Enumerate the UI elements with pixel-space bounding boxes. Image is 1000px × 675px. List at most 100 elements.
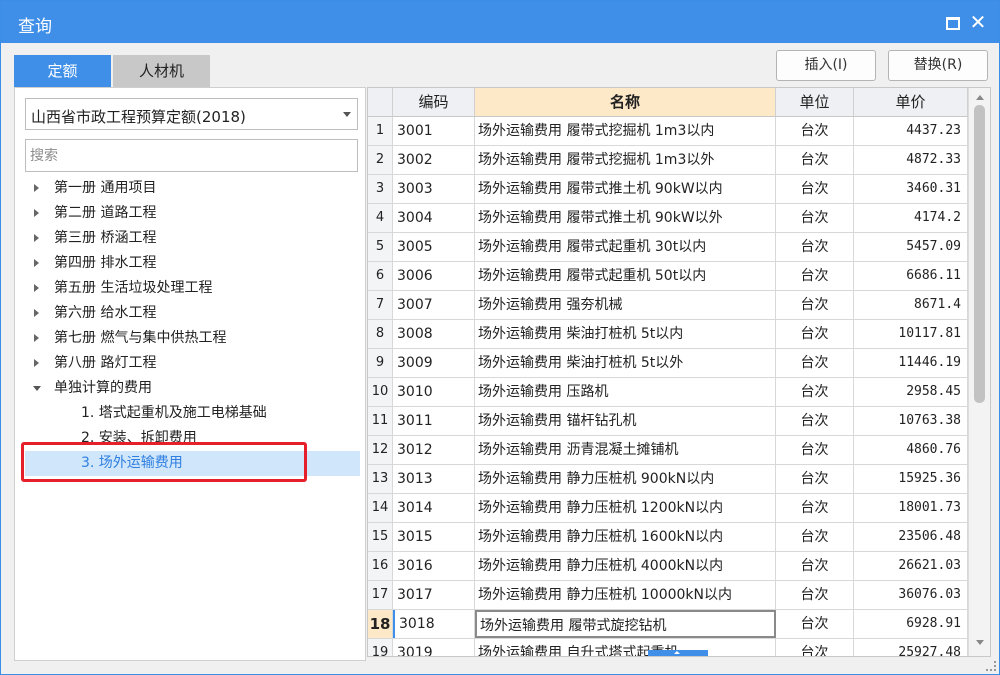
table-row[interactable]: 1 3001 场外运输费用 履带式挖掘机 1m3以内 台次 4437.23 — [368, 117, 968, 146]
tree-node[interactable]: 第七册 燃气与集中供热工程 — [25, 326, 360, 351]
table-row[interactable]: 2 3002 场外运输费用 履带式挖掘机 1m3以外 台次 4872.33 — [368, 146, 968, 175]
cell-price[interactable]: 18001.73 — [854, 494, 968, 522]
table-row[interactable]: 18 3018 场外运输费用 履带式旋挖钻机 台次 6928.91 — [368, 610, 968, 639]
scroll-up-icon[interactable] — [976, 95, 984, 100]
tree-node[interactable]: 第八册 路灯工程 — [25, 351, 360, 376]
cell-code[interactable]: 3017 — [393, 581, 475, 609]
tree-node[interactable]: 1. 塔式起重机及施工电梯基础 — [25, 401, 360, 426]
collapsed-arrow-icon[interactable] — [34, 309, 39, 317]
cell-price[interactable]: 36076.03 — [854, 581, 968, 609]
tree-node[interactable]: 第五册 生活垃圾处理工程 — [25, 276, 360, 301]
cell-name[interactable]: 场外运输费用 强夯机械 — [475, 291, 776, 319]
cell-unit[interactable]: 台次 — [776, 552, 854, 580]
column-header-price[interactable]: 单价 — [854, 88, 968, 117]
cell-name[interactable]: 场外运输费用 压路机 — [475, 378, 776, 406]
cell-code[interactable]: 3015 — [393, 523, 475, 551]
cell-price[interactable]: 6928.91 — [854, 610, 968, 638]
cell-name[interactable]: 场外运输费用 静力压桩机 1200kN以内 — [475, 494, 776, 522]
table-row[interactable]: 5 3005 场外运输费用 履带式起重机 30t以内 台次 5457.09 — [368, 233, 968, 262]
title-bar[interactable]: 查询 ✕ — [1, 1, 999, 43]
search-input[interactable] — [25, 139, 358, 172]
cell-price[interactable]: 25927.48 — [854, 639, 968, 656]
tree-node[interactable]: 第二册 道路工程 — [25, 201, 360, 226]
cell-unit[interactable]: 台次 — [776, 320, 854, 348]
cell-name[interactable]: 场外运输费用 履带式挖掘机 1m3以外 — [475, 146, 776, 174]
tab-labor-material-machine[interactable]: 人材机 — [113, 55, 210, 87]
table-row[interactable]: 16 3016 场外运输费用 静力压桩机 4000kN以内 台次 26621.03 — [368, 552, 968, 581]
cell-price[interactable]: 4437.23 — [854, 117, 968, 145]
collapsed-arrow-icon[interactable] — [34, 334, 39, 342]
cell-name[interactable]: 场外运输费用 履带式推土机 90kW以内 — [475, 175, 776, 203]
column-header-name[interactable]: 名称 — [475, 88, 776, 117]
cell-code[interactable]: 3003 — [393, 175, 475, 203]
insert-button[interactable]: 插入(I) — [776, 50, 876, 81]
cell-code[interactable]: 3013 — [393, 465, 475, 493]
cell-unit[interactable]: 台次 — [776, 610, 854, 638]
cell-unit[interactable]: 台次 — [776, 523, 854, 551]
cell-price[interactable]: 4174.2 — [854, 204, 968, 232]
cell-code[interactable]: 3009 — [393, 349, 475, 377]
cell-code[interactable]: 3007 — [393, 291, 475, 319]
cell-code[interactable]: 3005 — [393, 233, 475, 261]
cell-name[interactable]: 场外运输费用 自升式塔式起重机 — [475, 639, 776, 656]
cell-name[interactable]: 场外运输费用 履带式旋挖钻机 — [475, 610, 776, 638]
cell-code[interactable]: 3012 — [393, 436, 475, 464]
cell-price[interactable]: 10117.81 — [854, 320, 968, 348]
table-row[interactable]: 6 3006 场外运输费用 履带式起重机 50t以内 台次 6686.11 — [368, 262, 968, 291]
cell-code[interactable]: 3006 — [393, 262, 475, 290]
cell-code[interactable]: 3004 — [393, 204, 475, 232]
cell-name[interactable]: 场外运输费用 静力压桩机 1600kN以内 — [475, 523, 776, 551]
cell-name[interactable]: 场外运输费用 履带式推土机 90kW以外 — [475, 204, 776, 232]
cell-price[interactable]: 11446.19 — [854, 349, 968, 377]
cell-price[interactable]: 23506.48 — [854, 523, 968, 551]
cell-name[interactable]: 场外运输费用 履带式挖掘机 1m3以内 — [475, 117, 776, 145]
table-row[interactable]: 9 3009 场外运输费用 柴油打桩机 5t以外 台次 11446.19 — [368, 349, 968, 378]
quota-library-select[interactable]: 山西省市政工程预算定额(2018) — [25, 98, 358, 130]
maximize-icon[interactable] — [941, 11, 963, 33]
cell-unit[interactable]: 台次 — [776, 291, 854, 319]
cell-unit[interactable]: 台次 — [776, 465, 854, 493]
cell-unit[interactable]: 台次 — [776, 175, 854, 203]
table-row[interactable]: 14 3014 场外运输费用 静力压桩机 1200kN以内 台次 18001.73 — [368, 494, 968, 523]
table-row[interactable]: 8 3008 场外运输费用 柴油打桩机 5t以内 台次 10117.81 — [368, 320, 968, 349]
cell-price[interactable]: 4872.33 — [854, 146, 968, 174]
cell-code[interactable]: 3002 — [393, 146, 475, 174]
cell-unit[interactable]: 台次 — [776, 204, 854, 232]
tree-node[interactable]: 第三册 桥涵工程 — [25, 226, 360, 251]
table-row[interactable]: 11 3011 场外运输费用 锚杆钻孔机 台次 10763.38 — [368, 407, 968, 436]
cell-name[interactable]: 场外运输费用 沥青混凝土摊铺机 — [475, 436, 776, 464]
cell-price[interactable]: 5457.09 — [854, 233, 968, 261]
table-row[interactable]: 15 3015 场外运输费用 静力压桩机 1600kN以内 台次 23506.48 — [368, 523, 968, 552]
cell-code[interactable]: 3008 — [393, 320, 475, 348]
cell-unit[interactable]: 台次 — [776, 378, 854, 406]
column-header-unit[interactable]: 单位 — [776, 88, 854, 117]
collapsed-arrow-icon[interactable] — [34, 184, 39, 192]
scroll-thumb[interactable] — [974, 105, 985, 403]
table-row[interactable]: 3 3003 场外运输费用 履带式推土机 90kW以内 台次 3460.31 — [368, 175, 968, 204]
cell-code[interactable]: 3001 — [393, 117, 475, 145]
cell-name[interactable]: 场外运输费用 履带式起重机 50t以内 — [475, 262, 776, 290]
cell-unit[interactable]: 台次 — [776, 146, 854, 174]
cell-name[interactable]: 场外运输费用 柴油打桩机 5t以内 — [475, 320, 776, 348]
cell-name[interactable]: 场外运输费用 静力压桩机 10000kN以内 — [475, 581, 776, 609]
cell-unit[interactable]: 台次 — [776, 639, 854, 656]
cell-code[interactable]: 3016 — [393, 552, 475, 580]
tree-node[interactable]: 第一册 通用项目 — [25, 176, 360, 201]
cell-name[interactable]: 场外运输费用 静力压桩机 900kN以内 — [475, 465, 776, 493]
cell-price[interactable]: 26621.03 — [854, 552, 968, 580]
collapsed-arrow-icon[interactable] — [34, 359, 39, 367]
resize-grip-icon[interactable] — [986, 661, 996, 671]
replace-button[interactable]: 替换(R) — [888, 50, 988, 81]
cell-unit[interactable]: 台次 — [776, 233, 854, 261]
expanded-arrow-icon[interactable] — [33, 386, 41, 391]
cell-unit[interactable]: 台次 — [776, 494, 854, 522]
cell-price[interactable]: 10763.38 — [854, 407, 968, 435]
cell-name[interactable]: 场外运输费用 锚杆钻孔机 — [475, 407, 776, 435]
scroll-down-icon[interactable] — [976, 640, 984, 645]
cell-price[interactable]: 4860.76 — [854, 436, 968, 464]
table-row[interactable]: 12 3012 场外运输费用 沥青混凝土摊铺机 台次 4860.76 — [368, 436, 968, 465]
cell-unit[interactable]: 台次 — [776, 117, 854, 145]
table-row[interactable]: 4 3004 场外运输费用 履带式推土机 90kW以外 台次 4174.2 — [368, 204, 968, 233]
cell-code[interactable]: 3011 — [393, 407, 475, 435]
tree-node[interactable]: 单独计算的费用 — [25, 376, 360, 401]
